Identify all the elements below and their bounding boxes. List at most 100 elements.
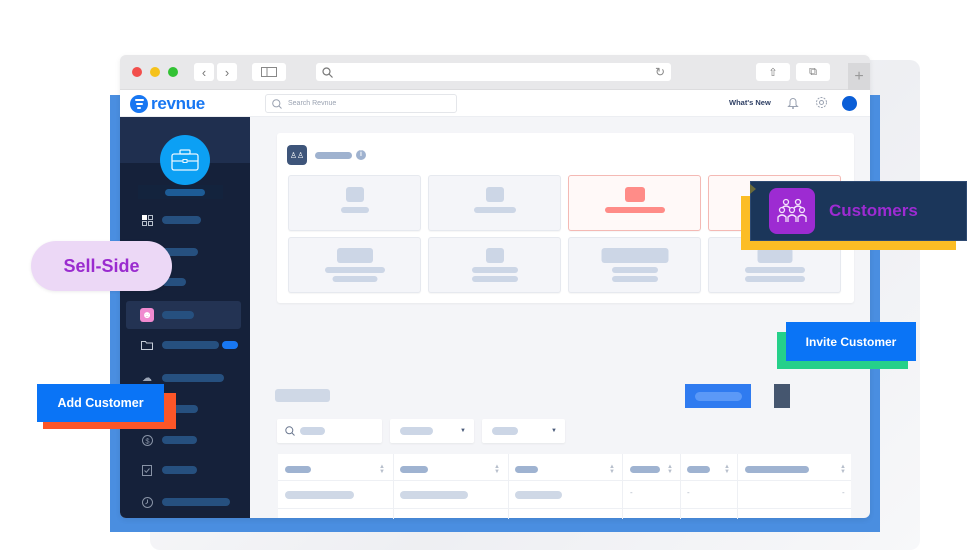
dashboard-grid-icon <box>140 213 154 227</box>
card-title <box>315 152 352 159</box>
app-header: revnue Search Revnue What's New <box>120 90 870 117</box>
stat-label <box>340 207 369 213</box>
section-title <box>275 389 330 402</box>
column-header[interactable] <box>687 466 710 473</box>
secondary-action-button[interactable] <box>774 384 790 408</box>
column-header[interactable] <box>285 466 311 473</box>
column-header[interactable] <box>515 466 538 473</box>
bell-icon[interactable] <box>787 96 799 112</box>
caret-down-icon: ▼ <box>551 428 557 434</box>
stat-label <box>611 267 658 273</box>
share-button[interactable]: ⇧ <box>756 63 790 81</box>
table-cell: - <box>630 488 633 497</box>
briefcase-icon <box>171 149 199 171</box>
filter-dropdown[interactable]: ▼ <box>482 419 565 443</box>
minimize-window-icon[interactable] <box>150 67 160 77</box>
stat-tile[interactable] <box>288 175 421 231</box>
sidebar-icon <box>261 67 277 77</box>
primary-action-button[interactable] <box>685 384 751 408</box>
sidebar: ☻ ☁ $ <box>120 117 250 518</box>
svg-text:$: $ <box>145 436 150 445</box>
sort-icon[interactable]: ▲ ▼ <box>609 464 615 475</box>
close-window-icon[interactable] <box>132 67 142 77</box>
stat-sublabel <box>744 276 805 282</box>
stat-tile[interactable] <box>568 237 701 293</box>
sidebar-item-label <box>162 466 197 474</box>
customers-group-icon <box>769 188 815 234</box>
stat-tile-alert[interactable] <box>568 175 701 231</box>
clock-icon <box>140 495 154 509</box>
user-avatar[interactable] <box>842 96 857 111</box>
sidebar-toggle-button[interactable] <box>252 63 286 81</box>
table-search-input[interactable] <box>277 419 382 443</box>
gear-icon[interactable] <box>815 96 828 112</box>
folder-icon <box>140 338 154 352</box>
search-icon <box>285 426 295 436</box>
url-bar[interactable]: ↻ <box>316 63 671 81</box>
table-row: - - - <box>278 480 851 519</box>
revnue-logo[interactable]: revnue <box>130 94 205 114</box>
checklist-icon <box>140 463 154 477</box>
maximize-window-icon[interactable] <box>168 67 178 77</box>
reload-icon[interactable]: ↻ <box>655 65 665 79</box>
organization-logo[interactable] <box>160 135 210 185</box>
column-header[interactable] <box>745 466 809 473</box>
organization-name <box>165 189 205 196</box>
back-button[interactable]: ‹ <box>194 63 214 81</box>
caret-down-icon: ▼ <box>460 428 466 434</box>
share-icon: ⇧ <box>768 66 778 79</box>
customers-callout-label: Customers <box>829 201 918 220</box>
sort-icon[interactable]: ▲ ▼ <box>724 464 730 475</box>
customers-icon: ♙♙ <box>287 145 307 165</box>
forward-button[interactable]: › <box>217 63 237 81</box>
tabs-button[interactable]: ⧉ <box>796 63 830 81</box>
sort-icon[interactable]: ▲ ▼ <box>840 464 846 475</box>
stat-sublabel <box>611 276 658 282</box>
stat-value <box>601 248 668 263</box>
sidebar-item-history[interactable] <box>126 488 241 516</box>
search-icon <box>322 66 333 78</box>
info-icon[interactable]: i <box>356 150 366 160</box>
sidebar-item-label <box>162 311 194 319</box>
filter-dropdown[interactable]: ▼ <box>390 419 474 443</box>
stat-label <box>744 267 805 273</box>
app-search-input[interactable]: Search Revnue <box>265 94 457 113</box>
invite-customer-button[interactable]: Invite Customer <box>786 322 916 361</box>
stat-tile[interactable] <box>288 237 421 293</box>
table-cell: - <box>687 488 690 497</box>
sidebar-item-documents[interactable] <box>126 331 241 359</box>
add-customer-button[interactable]: Add Customer <box>37 384 164 422</box>
browser-window: ‹ › ↻ ⇧ ⧉ + revnue Search Revnue What's … <box>120 55 870 518</box>
sort-icon[interactable]: ▲ ▼ <box>667 464 673 475</box>
sidebar-item-tasks[interactable] <box>126 456 241 484</box>
table-cell: - <box>842 488 845 497</box>
sell-side-label: Sell-Side <box>63 255 140 276</box>
logo-mark-icon <box>130 95 148 113</box>
whats-new-link[interactable]: What's New <box>729 98 771 107</box>
sidebar-item-label <box>162 341 219 349</box>
search-placeholder: Search Revnue <box>288 100 337 107</box>
stat-tile[interactable] <box>428 237 561 293</box>
stat-sublabel <box>332 276 377 282</box>
stat-label <box>473 207 516 213</box>
column-header[interactable] <box>400 466 428 473</box>
stat-label <box>471 267 518 273</box>
sidebar-item-label <box>162 374 224 382</box>
table-cell <box>515 491 562 499</box>
stat-tile[interactable] <box>428 175 561 231</box>
search-placeholder <box>300 427 325 435</box>
sidebar-item-billing[interactable]: $ <box>126 426 241 454</box>
customers-icon: ☻ <box>140 308 154 322</box>
stat-value <box>757 248 792 263</box>
sort-icon[interactable]: ▲ ▼ <box>494 464 500 475</box>
sidebar-item-dashboard[interactable] <box>126 206 241 234</box>
brand-name: revnue <box>151 94 205 113</box>
pointer-arrow <box>750 184 756 194</box>
sidebar-item-customers[interactable]: ☻ <box>126 301 241 329</box>
stat-value <box>624 187 645 202</box>
stat-sublabel <box>471 276 518 282</box>
plus-icon: + <box>854 67 864 85</box>
column-header[interactable] <box>630 466 660 473</box>
sort-icon[interactable]: ▲ ▼ <box>379 464 385 475</box>
new-tab-button[interactable]: + <box>848 63 870 90</box>
